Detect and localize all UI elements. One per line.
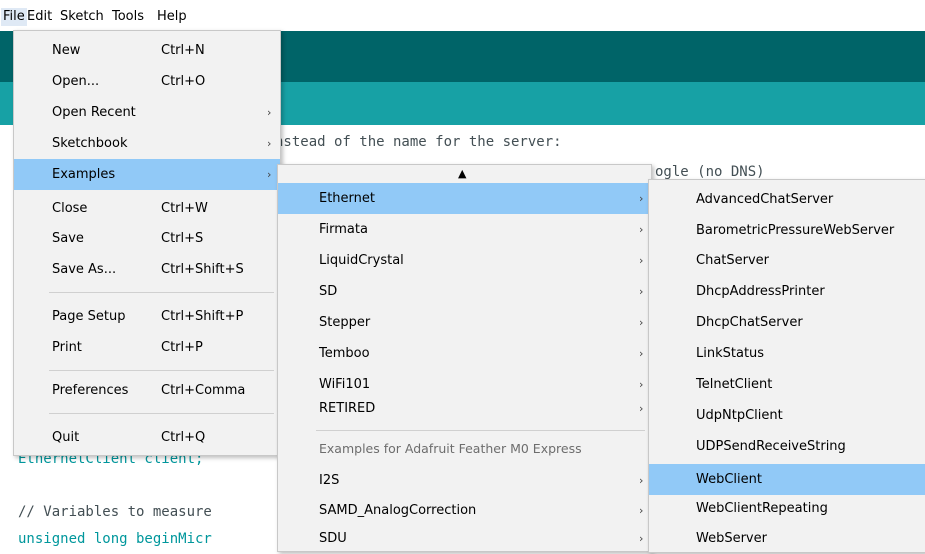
- file-menu: New Ctrl+N Open... Ctrl+O Open Recent › …: [13, 30, 281, 456]
- examples-item-retired[interactable]: RETIRED ›: [278, 393, 651, 424]
- ethernet-item-barometricpressurewebserver[interactable]: BarometricPressureWebServer: [649, 215, 925, 246]
- examples-submenu: ▲ Ethernet › Firmata › LiquidCrystal › S…: [277, 164, 652, 552]
- chevron-right-icon: ›: [639, 254, 644, 267]
- examples-item-sd[interactable]: SD ›: [278, 276, 651, 307]
- chevron-right-icon: ›: [267, 137, 272, 150]
- ethernet-item-udpntpclient[interactable]: UdpNtpClient: [649, 400, 925, 431]
- examples-item-i2s[interactable]: I2S ›: [278, 465, 651, 496]
- ethernet-item-linkstatus[interactable]: LinkStatus: [649, 338, 925, 369]
- chevron-right-icon: ›: [639, 402, 644, 415]
- ethernet-item-dhcpchatserver[interactable]: DhcpChatServer: [649, 307, 925, 338]
- file-menu-close[interactable]: Close Ctrl+W: [14, 193, 280, 224]
- examples-item-stepper[interactable]: Stepper ›: [278, 307, 651, 338]
- chevron-right-icon: ›: [639, 285, 644, 298]
- examples-item-firmata[interactable]: Firmata ›: [278, 214, 651, 245]
- file-menu-print[interactable]: Print Ctrl+P: [14, 332, 280, 363]
- file-menu-examples[interactable]: Examples ›: [14, 159, 280, 190]
- ethernet-item-advancedchatserver[interactable]: AdvancedChatServer: [649, 184, 925, 215]
- code-line: nstead of the name for the server:: [275, 134, 562, 150]
- file-menu-save[interactable]: Save Ctrl+S: [14, 223, 280, 254]
- examples-item-ethernet[interactable]: Ethernet ›: [278, 183, 651, 214]
- ethernet-submenu: AdvancedChatServer BarometricPressureWeb…: [648, 179, 925, 553]
- menu-separator: [49, 292, 274, 293]
- ethernet-item-webclientrepeating[interactable]: WebClientRepeating: [649, 493, 925, 524]
- chevron-right-icon: ›: [267, 106, 272, 119]
- chevron-right-icon: ›: [639, 347, 644, 360]
- chevron-right-icon: ›: [639, 223, 644, 236]
- file-menu-quit[interactable]: Quit Ctrl+Q: [14, 422, 280, 453]
- chevron-right-icon: ›: [639, 532, 644, 545]
- ethernet-item-dhcpaddressprinter[interactable]: DhcpAddressPrinter: [649, 276, 925, 307]
- ethernet-item-telnetclient[interactable]: TelnetClient: [649, 369, 925, 400]
- menu-separator: [49, 370, 274, 371]
- menu-separator: [316, 430, 645, 431]
- file-menu-open-recent[interactable]: Open Recent ›: [14, 97, 280, 128]
- examples-item-sdu[interactable]: SDU ›: [278, 523, 651, 554]
- menu-bar: File Edit Sketch Tools Help: [0, 0, 925, 31]
- file-menu-open[interactable]: Open... Ctrl+O: [14, 66, 280, 97]
- file-menu-page-setup[interactable]: Page Setup Ctrl+Shift+P: [14, 301, 280, 332]
- menu-help[interactable]: Help: [157, 8, 187, 26]
- chevron-right-icon: ›: [639, 504, 644, 517]
- chevron-right-icon: ›: [267, 168, 272, 181]
- code-line: // Variables to measure: [18, 504, 212, 520]
- menu-edit[interactable]: Edit: [27, 8, 52, 26]
- ethernet-item-webserver[interactable]: WebServer: [649, 523, 925, 554]
- chevron-right-icon: ›: [639, 192, 644, 205]
- ethernet-item-udpsendreceivestring[interactable]: UDPSendReceiveString: [649, 431, 925, 462]
- ethernet-item-chatserver[interactable]: ChatServer: [649, 245, 925, 276]
- menu-tools[interactable]: Tools: [112, 8, 144, 26]
- examples-item-samd-analogcorrection[interactable]: SAMD_AnalogCorrection ›: [278, 495, 651, 526]
- code-line: unsigned long beginMicr: [18, 531, 212, 547]
- examples-item-temboo[interactable]: Temboo ›: [278, 338, 651, 369]
- chevron-right-icon: ›: [639, 474, 644, 487]
- examples-item-liquidcrystal[interactable]: LiquidCrystal ›: [278, 245, 651, 276]
- file-menu-preferences[interactable]: Preferences Ctrl+Comma: [14, 375, 280, 406]
- menu-file[interactable]: File: [1, 8, 27, 26]
- file-menu-new[interactable]: New Ctrl+N: [14, 35, 280, 66]
- scroll-up-icon[interactable]: ▲: [458, 167, 466, 180]
- menu-sketch[interactable]: Sketch: [60, 8, 104, 26]
- ethernet-item-webclient[interactable]: WebClient: [649, 464, 925, 495]
- menu-separator: [49, 413, 274, 414]
- board-examples-header: Examples for Adafruit Feather M0 Express: [319, 441, 582, 456]
- file-menu-sketchbook[interactable]: Sketchbook ›: [14, 128, 280, 159]
- chevron-right-icon: ›: [639, 316, 644, 329]
- file-menu-save-as[interactable]: Save As... Ctrl+Shift+S: [14, 254, 280, 285]
